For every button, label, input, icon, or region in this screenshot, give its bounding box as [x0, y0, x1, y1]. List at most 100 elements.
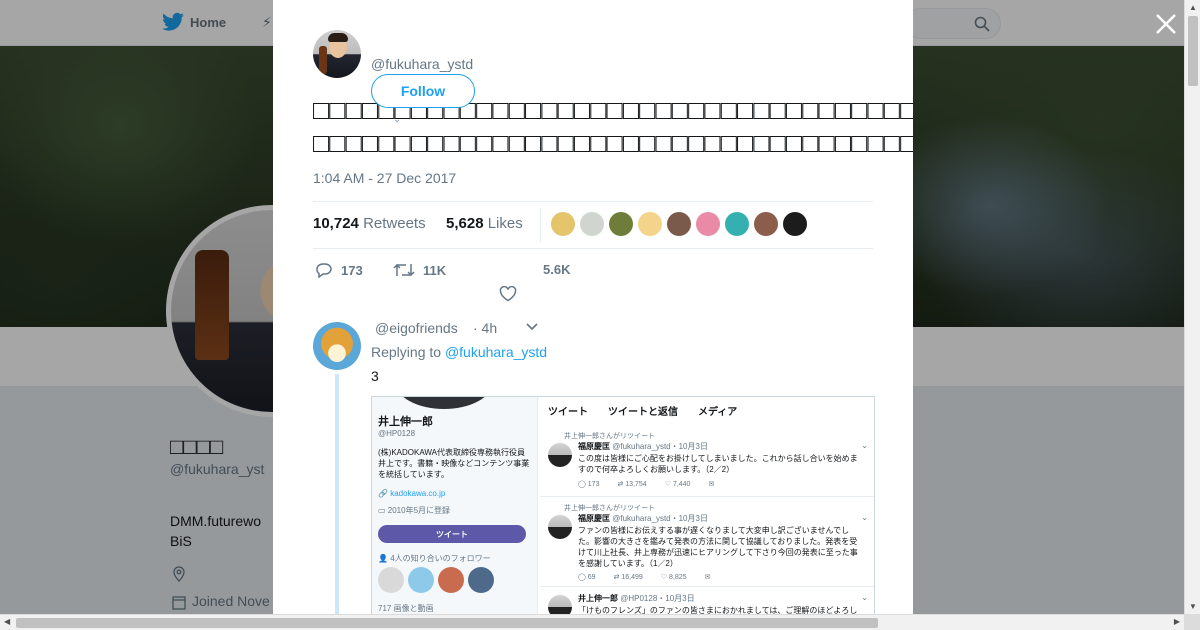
embedded-follower-avatars	[378, 567, 494, 593]
liker-avatar[interactable]	[609, 212, 633, 236]
embedded-joined-text: 2010年5月に登録	[387, 506, 451, 515]
embedded-tweet: 井上伸一郎さんがリツイート 福原慶匡 @fukuhara_ystd・10月3日 …	[540, 427, 874, 497]
embedded-retweet-count: ⇄ 16,499	[613, 574, 643, 581]
scroll-down-arrow-icon[interactable]: ▼	[1189, 602, 1197, 611]
replying-to: Replying to @fukuhara_ystd	[371, 344, 547, 360]
follow-button[interactable]: Follow	[371, 74, 475, 108]
liker-avatar[interactable]	[725, 212, 749, 236]
likes-label: Likes	[487, 215, 523, 232]
like-count-short: 5.6K	[543, 262, 571, 277]
embedded-profile-card: 井上伸一郎 @HP0128 (株)KADOKAWA代表取締役専務執行役員 井上で…	[372, 397, 538, 614]
embedded-link-text: kadokawa.co.jp	[390, 489, 446, 498]
vertical-scrollbar-thumb[interactable]	[1188, 16, 1198, 86]
close-icon[interactable]	[1154, 12, 1178, 36]
embedded-tweet-author: 福原慶匡	[578, 514, 610, 523]
embedded-profile-bio: (株)KADOKAWA代表取締役専務執行役員 井上です。書籍・映像などコンテンツ…	[378, 448, 533, 479]
follower-avatar	[408, 567, 434, 593]
embedded-reply-count: ◯ 69	[578, 574, 596, 581]
like-button[interactable]: 5.6K	[503, 262, 570, 277]
scroll-up-arrow-icon[interactable]: ▲	[1189, 3, 1197, 12]
divider	[540, 208, 541, 242]
horizontal-scrollbar-thumb[interactable]	[16, 618, 878, 628]
embedded-tweet-header: 井上伸一郎 @HP0128・10月3日	[578, 593, 695, 604]
embedded-tweet-avatar	[548, 443, 572, 467]
embedded-tweet-header: 福原慶匡 @fukuhara_ystd・10月3日	[578, 513, 708, 524]
embedded-tweet: 井上伸一郎 @HP0128・10月3日 ⌄ 「けものフレンズ」のファンの皆さまに…	[540, 589, 874, 614]
replying-to-link[interactable]: @fukuhara_ystd	[445, 344, 547, 360]
tweet-actions: 173 11K 5.6K	[313, 262, 873, 302]
heart-icon[interactable]	[499, 286, 517, 302]
embedded-tweet-button: ツイート	[378, 525, 526, 543]
embedded-tabs: ツイート ツイートと返信 メディア	[540, 403, 737, 418]
embedded-tweet-header: 福原慶匡 @fukuhara_ystd・10月3日	[578, 441, 708, 452]
vertical-scrollbar[interactable]: ▲ ▼	[1184, 0, 1200, 614]
liker-avatar[interactable]	[580, 212, 604, 236]
embedded-tab-media: メディア	[698, 407, 738, 418]
scroll-left-arrow-icon[interactable]: ◀	[4, 617, 10, 626]
embedded-followers-known: 👤 4人の知り合いのフォロワー	[378, 554, 491, 563]
thread-line	[335, 374, 339, 614]
embedded-profile-joined: ▭ 2010年5月に登録	[378, 506, 451, 515]
retweet-icon	[393, 263, 415, 277]
retweet-label: Retweets	[363, 215, 426, 232]
liker-avatar[interactable]	[638, 212, 662, 236]
embedded-tweet-stats: ◯ 69 ⇄ 16,499 ♡ 8,825 ✉	[578, 573, 710, 581]
likers-avatar-list	[551, 212, 807, 236]
embedded-profile-name: 井上伸一郎	[378, 416, 433, 428]
reply-author-handle[interactable]: @eigofriends	[375, 320, 458, 336]
embedded-media-count: 717 画像と動画	[378, 604, 434, 613]
embedded-timeline: ツイート ツイートと返信 メディア 井上伸一郎さんがリツイート 福原慶匡 @fu…	[540, 397, 874, 614]
embedded-tab-tweets-replies: ツイートと返信	[608, 407, 678, 418]
chevron-down-icon[interactable]: ⌄	[393, 114, 401, 125]
reply-icon	[316, 263, 332, 278]
embedded-tweet-body: 「けものフレンズ」のファンの皆さまにおかれましては、ご理解のほどよろしく	[578, 606, 858, 614]
likes-stat[interactable]: 5,628 Likes	[446, 215, 523, 232]
embedded-retweeted-by: 井上伸一郎さんがリツイート	[564, 505, 655, 512]
follower-avatar	[378, 567, 404, 593]
chevron-down-icon: ⌄	[861, 441, 868, 450]
embedded-followers-text: 4人の知り合いのフォロワー	[390, 554, 491, 563]
retweet-count-short: 11K	[423, 262, 447, 278]
liker-avatar[interactable]	[551, 212, 575, 236]
embedded-tweet-author: 井上伸一郎	[578, 594, 618, 603]
embedded-profile-handle: @HP0128	[378, 429, 416, 438]
reply-button[interactable]: 173	[315, 262, 363, 278]
embedded-tweet-body: この度は皆様にご心配をお掛けしてしまいました。これから話し合いを始めますので何卒…	[578, 454, 858, 474]
embedded-avatar	[396, 397, 492, 409]
embedded-tweet: 井上伸一郎さんがリツイート 福原慶匡 @fukuhara_ystd・10月3日 …	[540, 499, 874, 587]
chevron-down-icon: ⌄	[861, 513, 868, 522]
embedded-tweet-author: 福原慶匡	[578, 442, 610, 451]
scroll-right-arrow-icon[interactable]: ▶	[1174, 617, 1180, 626]
liker-avatar[interactable]	[754, 212, 778, 236]
tweet-author-avatar[interactable]	[313, 30, 361, 78]
embedded-like-count: ♡ 7,440	[664, 481, 691, 488]
scrollbar-corner	[1184, 614, 1200, 630]
embedded-reply-count: ◯ 173	[578, 481, 600, 488]
mail-icon: ✉	[708, 481, 715, 488]
attached-screenshot-image[interactable]: 井上伸一郎 @HP0128 (株)KADOKAWA代表取締役専務執行役員 井上で…	[371, 396, 875, 614]
tweet-author-handle[interactable]: @fukuhara_ystd	[371, 56, 473, 72]
embedded-tab-tweets: ツイート	[548, 407, 588, 418]
liker-avatar[interactable]	[696, 212, 720, 236]
reply-count: 173	[341, 262, 363, 278]
embedded-retweeted-by: 井上伸一郎さんがリツイート	[564, 433, 655, 440]
chevron-down-icon[interactable]	[525, 322, 539, 332]
tweet-timestamp[interactable]: 1:04 AM - 27 Dec 2017	[313, 170, 456, 186]
horizontal-scrollbar[interactable]: ◀ ▶	[0, 614, 1184, 630]
reply-timestamp[interactable]: · 4h	[473, 320, 497, 336]
liker-avatar[interactable]	[667, 212, 691, 236]
follower-avatar	[438, 567, 464, 593]
reply-author-avatar[interactable]	[313, 322, 361, 370]
embedded-tweet-avatar	[548, 595, 572, 614]
tweet-permalink-modal: @fukuhara_ystd □□□□□□□□□□□□□□□□□□□□□□□□□…	[273, 0, 913, 614]
embedded-tweet-meta: @fukuhara_ystd・10月3日	[612, 514, 708, 523]
retweet-button[interactable]: 11K	[393, 262, 446, 278]
retweet-count: 10,724	[313, 215, 359, 232]
retweet-stat[interactable]: 10,724 Retweets	[313, 215, 426, 232]
embedded-tweet-body: ファンの皆様にお伝えする事が遅くなりまして大変申し訳ございませんでした。影響の大…	[578, 526, 858, 568]
liker-avatar[interactable]	[783, 212, 807, 236]
chevron-down-icon: ⌄	[861, 593, 868, 602]
likes-count: 5,628	[446, 215, 484, 232]
tweet-stats: 10,724 Retweets 5,628 Likes	[313, 201, 873, 249]
mail-icon: ✉	[704, 574, 711, 581]
